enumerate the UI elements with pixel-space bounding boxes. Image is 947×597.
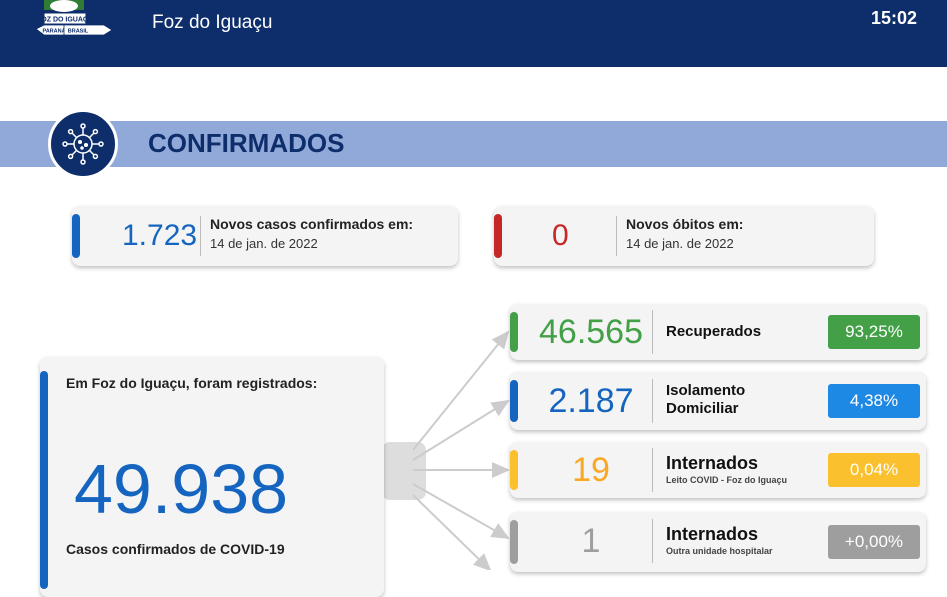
row-isolamento: 2.187 Isolamento Domiciliar 4,38%: [510, 372, 926, 430]
virus-icon: [48, 109, 118, 179]
recuperados-percent: 93,25%: [828, 315, 920, 349]
section-band: [0, 121, 947, 167]
total-card: Em Foz do Iguaçu, foram registrados: 49.…: [40, 357, 384, 597]
new-deaths-card: 0 Novos óbitos em: 14 de jan. de 2022: [494, 206, 874, 266]
row-recuperados: 46.565 Recuperados 93,25%: [510, 304, 926, 360]
divider: [652, 310, 653, 354]
internados-covid-value: 19: [572, 451, 610, 489]
new-cases-date: 14 de jan. de 2022: [210, 236, 318, 251]
top-bar: FOZ DO IGUAÇU PARANÁ BRASIL Foz do Iguaç…: [0, 0, 947, 67]
row-internados-covid: 19 Internados Leito COVID - Foz do Iguaç…: [510, 442, 926, 498]
divider: [652, 379, 653, 423]
internados-covid-percent: 0,04%: [828, 453, 920, 487]
recuperados-value: 46.565: [539, 313, 643, 351]
total-value: 49.938: [74, 450, 289, 528]
total-caption: Casos confirmados de COVID-19: [66, 541, 285, 557]
card-accent-bar: [510, 380, 518, 422]
section-title: CONFIRMADOS: [148, 128, 345, 158]
new-cases-value: 1.723: [122, 219, 198, 252]
row-internados-outra: 1 Internados Outra unidade hospitalar +0…: [510, 512, 926, 572]
divider: [200, 216, 201, 256]
arrow-internados-outra: [412, 483, 510, 539]
connector-hub: [382, 442, 426, 500]
arrow-recuperados: [412, 330, 510, 451]
svg-text:PARANÁ: PARANÁ: [42, 28, 65, 35]
internados-covid-label: Internados: [666, 453, 759, 473]
divider: [652, 448, 653, 492]
card-accent-bar: [72, 214, 80, 258]
svg-text:FOZ DO IGUAÇU: FOZ DO IGUAÇU: [37, 17, 93, 24]
isolamento-label: Isolamento Domiciliar: [666, 382, 746, 417]
internados-outra-sublabel: Outra unidade hospitalar: [666, 546, 773, 556]
internados-outra-percent: +0,00%: [828, 525, 920, 559]
divider: [652, 519, 653, 563]
card-accent-bar: [510, 450, 518, 490]
arrow-isolamento: [412, 399, 510, 461]
new-deaths-value: 0: [552, 219, 569, 252]
recuperados-label: Recuperados: [666, 323, 762, 340]
card-accent-bar: [510, 312, 518, 352]
internados-outra-value: 1: [581, 522, 601, 560]
card-accent-bar: [494, 214, 502, 258]
card-accent-bar: [40, 371, 48, 589]
isolamento-percent: 4,38%: [828, 384, 920, 418]
internados-outra-label: Internados: [666, 524, 759, 544]
new-deaths-date: 14 de jan. de 2022: [626, 236, 734, 251]
svg-text:BRASIL: BRASIL: [68, 29, 89, 35]
arrow-next: [412, 494, 492, 570]
card-accent-bar: [510, 520, 518, 564]
divider: [616, 216, 617, 256]
city-name: Foz do Iguaçu: [152, 12, 273, 33]
total-heading: Em Foz do Iguaçu, foram registrados:: [66, 375, 318, 391]
clock: 15:02: [870, 8, 917, 28]
new-cases-card: 1.723 Novos casos confirmados em: 14 de …: [72, 206, 458, 266]
isolamento-value: 2.187: [548, 382, 634, 420]
new-cases-title: Novos casos confirmados em:: [210, 216, 414, 232]
internados-covid-sublabel: Leito COVID - Foz do Iguaçu: [666, 475, 787, 485]
new-deaths-title: Novos óbitos em:: [626, 216, 744, 232]
city-logo: FOZ DO IGUAÇU PARANÁ BRASIL: [35, 0, 113, 36]
